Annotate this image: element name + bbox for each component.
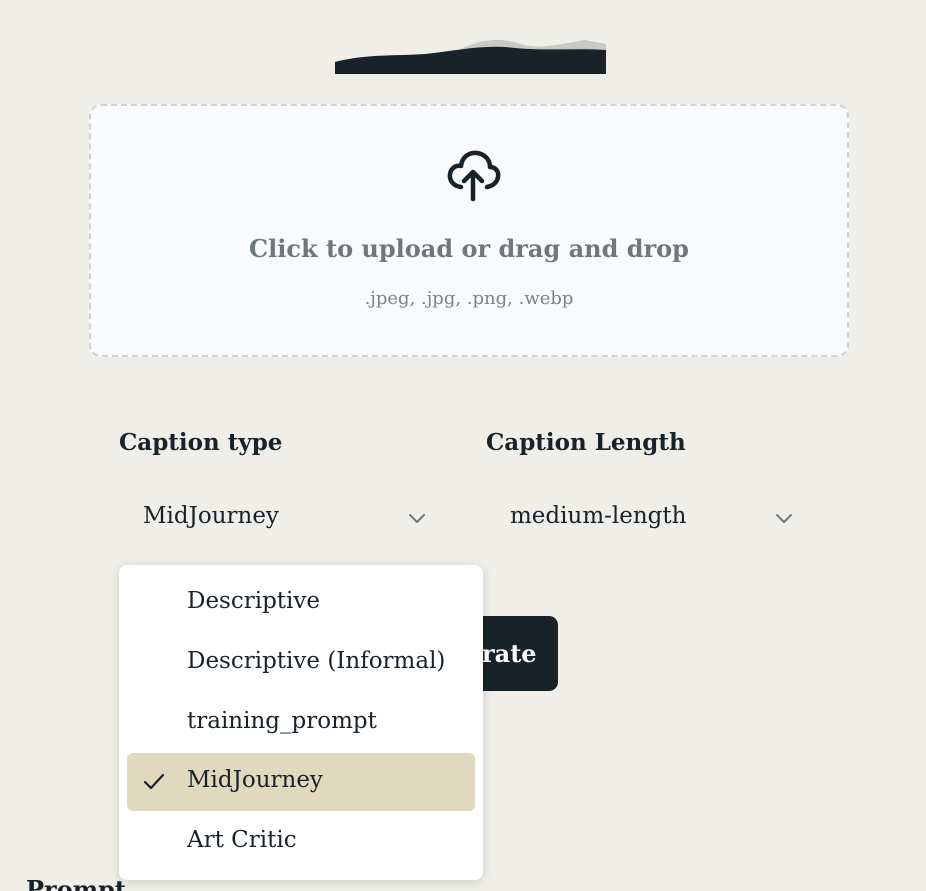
caption-type-value: MidJourney [143,503,279,529]
chevron-down-icon [409,514,425,523]
caption-length-label: Caption Length [486,429,686,456]
wave-logo-icon [335,39,606,74]
caption-type-dropdown: Descriptive Descriptive (Informal) train… [119,565,483,880]
cloud-upload-icon [447,150,501,202]
checkmark-icon [143,773,165,790]
caption-length-select[interactable]: medium-length [486,485,816,555]
dropdown-option-midjourney[interactable]: MidJourney [127,753,475,811]
option-label: Descriptive (Informal) [187,648,446,674]
caption-type-select[interactable]: MidJourney [119,485,449,555]
chevron-down-icon [776,514,792,523]
caption-app-page: Click to upload or drag and drop .jpeg, … [0,0,926,891]
prompt-section-heading: Prompt [26,875,126,891]
caption-type-label: Caption type [119,429,283,456]
upload-formats: .jpeg, .jpg, .png, .webp [364,288,574,309]
option-label: MidJourney [187,767,323,793]
upload-instruction: Click to upload or drag and drop [249,234,689,263]
option-label: training_prompt [187,708,377,734]
option-label: Art Critic [187,827,297,853]
caption-length-value: medium-length [510,503,687,529]
dropdown-option-art-critic[interactable]: Art Critic [127,813,475,871]
upload-dropzone[interactable]: Click to upload or drag and drop .jpeg, … [89,104,849,357]
option-label: Descriptive [187,588,321,614]
generate-button-label: rate [482,639,537,668]
dropdown-option-descriptive-informal[interactable]: Descriptive (Informal) [127,634,475,692]
dropdown-option-training-prompt[interactable]: training_prompt [127,694,475,752]
dropdown-option-descriptive[interactable]: Descriptive [127,574,475,632]
